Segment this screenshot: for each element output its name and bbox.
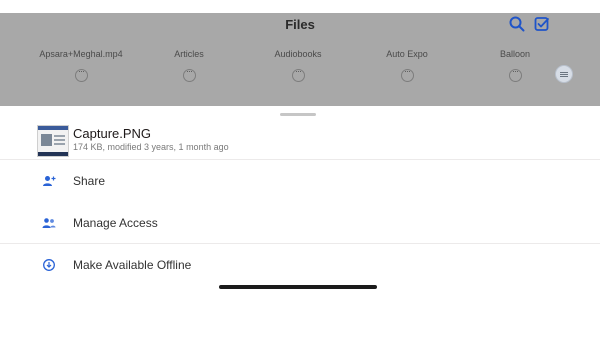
file-meta: 174 KB, modified 3 years, 1 month ago	[73, 142, 229, 152]
file-header: Capture.PNG 174 KB, modified 3 years, 1 …	[0, 122, 600, 160]
file-thumbnail	[37, 125, 69, 157]
more-options-icon[interactable]	[74, 66, 88, 82]
more-options-icon[interactable]	[182, 66, 196, 82]
add-person-icon	[43, 176, 56, 186]
sort-menu-icon[interactable]	[555, 65, 573, 83]
folder-name: Articles	[174, 49, 204, 59]
manage-access-label: Manage Access	[73, 216, 158, 230]
folder-name: Balloon	[499, 49, 531, 59]
divider	[0, 159, 600, 160]
action-sheet: Capture.PNG 174 KB, modified 3 years, 1 …	[0, 106, 600, 337]
more-options-icon[interactable]	[508, 66, 522, 82]
file-name: Capture.PNG	[73, 126, 152, 141]
folder-item[interactable]: Balloon	[460, 49, 570, 87]
folder-item[interactable]: Apsara+Meghal.mp4	[26, 49, 136, 87]
select-checkbox-icon[interactable]	[533, 15, 551, 33]
folder-item[interactable]: Auto Expo	[352, 49, 462, 87]
search-icon[interactable]	[508, 15, 526, 33]
folder-item[interactable]: Articles	[134, 49, 244, 87]
divider	[0, 243, 600, 244]
folder-name: Auto Expo	[386, 49, 428, 59]
offline-icon	[43, 259, 55, 271]
home-indicator	[219, 285, 377, 289]
folder-item[interactable]: Audiobooks	[243, 49, 353, 87]
share-action[interactable]: Share	[0, 167, 600, 197]
folder-name: Apsara+Meghal.mp4	[39, 49, 123, 59]
more-options-icon[interactable]	[291, 66, 305, 82]
make-available-offline-action[interactable]: Make Available Offline	[0, 251, 600, 281]
sheet-grabber[interactable]	[280, 113, 316, 116]
files-view-background: Files Apsara+Meghal.mp4 Articles Audiobo…	[0, 13, 600, 106]
people-icon	[42, 218, 56, 228]
folder-list: Apsara+Meghal.mp4 Articles Audiobooks Au…	[0, 49, 600, 99]
folder-name: Audiobooks	[274, 49, 322, 59]
share-label: Share	[73, 174, 106, 188]
more-options-icon[interactable]	[400, 66, 414, 82]
make-available-offline-label: Make Available Offline	[73, 258, 192, 272]
manage-access-action[interactable]: Manage Access	[0, 209, 600, 239]
